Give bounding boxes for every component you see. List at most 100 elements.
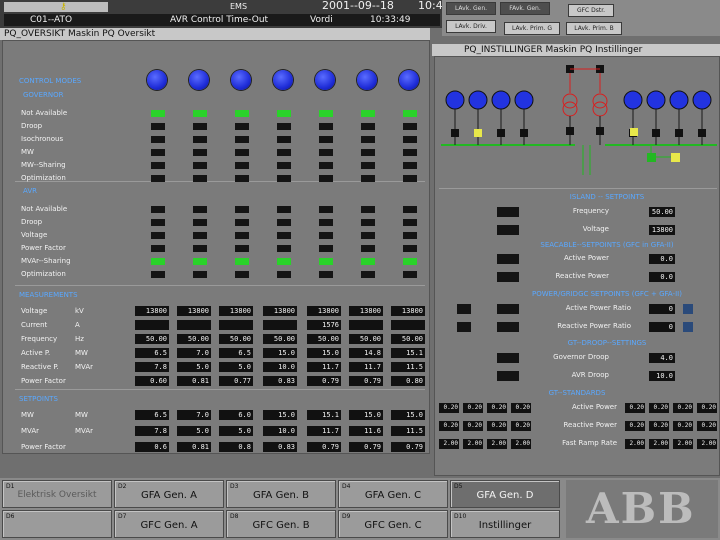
governor-mode-indicator[interactable] bbox=[193, 110, 207, 117]
avr-mode-indicator[interactable] bbox=[235, 206, 249, 213]
governor-mode-indicator[interactable] bbox=[319, 162, 333, 169]
governor-mode-indicator[interactable] bbox=[151, 110, 165, 117]
avr-mode-indicator[interactable] bbox=[193, 258, 207, 265]
avr-mode-indicator[interactable] bbox=[151, 245, 165, 252]
avr-mode-indicator[interactable] bbox=[403, 219, 417, 226]
nav-button[interactable]: D4 GFA Gen. C bbox=[338, 480, 448, 508]
governor-mode-indicator[interactable] bbox=[361, 136, 375, 143]
governor-mode-indicator[interactable] bbox=[235, 110, 249, 117]
setpoint-value[interactable]: 0.6 bbox=[135, 442, 169, 452]
nav-button[interactable]: D2 GFA Gen. A bbox=[114, 480, 224, 508]
governor-mode-indicator[interactable] bbox=[319, 123, 333, 130]
avr-mode-indicator[interactable] bbox=[235, 245, 249, 252]
governor-droop-value[interactable]: 4.0 bbox=[649, 353, 675, 363]
governor-mode-indicator[interactable] bbox=[319, 110, 333, 117]
avr-mode-indicator[interactable] bbox=[403, 271, 417, 278]
alarm-row[interactable]: C01--ATO AVR Control Time-Out Vordi 10:3… bbox=[4, 14, 440, 26]
grid-reactive-ratio-value[interactable]: 0 bbox=[649, 322, 675, 332]
generator-status-icon[interactable] bbox=[189, 70, 209, 90]
standard-value[interactable]: 0.20 bbox=[487, 403, 507, 413]
governor-mode-indicator[interactable] bbox=[361, 175, 375, 182]
governor-mode-indicator[interactable] bbox=[193, 149, 207, 156]
grid-active-ratio-value[interactable]: 0 bbox=[649, 304, 675, 314]
avr-mode-indicator[interactable] bbox=[277, 245, 291, 252]
governor-mode-indicator[interactable] bbox=[193, 123, 207, 130]
avr-mode-indicator[interactable] bbox=[319, 258, 333, 265]
avr-mode-indicator[interactable] bbox=[235, 232, 249, 239]
setpoint-value[interactable]: 0.79 bbox=[307, 442, 341, 452]
governor-mode-indicator[interactable] bbox=[361, 110, 375, 117]
setpoint-value[interactable]: 7.0 bbox=[177, 410, 211, 420]
avr-mode-indicator[interactable] bbox=[151, 258, 165, 265]
setpoint-value[interactable]: 0.83 bbox=[263, 442, 297, 452]
standard-value[interactable]: 2.00 bbox=[463, 439, 483, 449]
governor-mode-indicator[interactable] bbox=[319, 175, 333, 182]
governor-mode-indicator[interactable] bbox=[361, 149, 375, 156]
avr-mode-indicator[interactable] bbox=[361, 219, 375, 226]
avr-mode-indicator[interactable] bbox=[403, 258, 417, 265]
standard-value[interactable]: 0.20 bbox=[463, 421, 483, 431]
governor-mode-indicator[interactable] bbox=[277, 110, 291, 117]
standard-value[interactable]: 2.00 bbox=[439, 439, 459, 449]
governor-mode-indicator[interactable] bbox=[361, 123, 375, 130]
governor-mode-indicator[interactable] bbox=[235, 175, 249, 182]
standard-value[interactable]: 2.00 bbox=[625, 439, 645, 449]
setpoint-value[interactable]: 0.81 bbox=[177, 442, 211, 452]
avr-mode-indicator[interactable] bbox=[403, 245, 417, 252]
setpoint-value[interactable]: 6.5 bbox=[135, 410, 169, 420]
grid-reactive-ratio-toggle[interactable] bbox=[683, 322, 693, 332]
standard-value[interactable]: 2.00 bbox=[487, 439, 507, 449]
overview-window-title[interactable]: PQ_OVERSIKT Maskin PQ Oversikt bbox=[0, 28, 430, 40]
nav-button[interactable]: D9 GFC Gen. C bbox=[338, 510, 448, 538]
avr-mode-indicator[interactable] bbox=[277, 271, 291, 278]
governor-mode-indicator[interactable] bbox=[319, 136, 333, 143]
governor-mode-indicator[interactable] bbox=[151, 175, 165, 182]
setpoint-value[interactable]: 5.0 bbox=[177, 426, 211, 436]
governor-mode-indicator[interactable] bbox=[277, 149, 291, 156]
standard-value[interactable]: 0.20 bbox=[439, 421, 459, 431]
governor-mode-indicator[interactable] bbox=[235, 149, 249, 156]
setpoint-value[interactable]: 7.8 bbox=[135, 426, 169, 436]
nav-button[interactable]: D6 bbox=[2, 510, 112, 538]
avr-mode-indicator[interactable] bbox=[319, 271, 333, 278]
governor-mode-indicator[interactable] bbox=[151, 136, 165, 143]
avr-mode-indicator[interactable] bbox=[277, 232, 291, 239]
generator-status-icon[interactable] bbox=[147, 70, 167, 90]
avr-mode-indicator[interactable] bbox=[193, 232, 207, 239]
setpoint-value[interactable]: 0.79 bbox=[349, 442, 383, 452]
avr-mode-indicator[interactable] bbox=[361, 245, 375, 252]
avr-mode-indicator[interactable] bbox=[361, 271, 375, 278]
standard-value[interactable]: 0.20 bbox=[487, 421, 507, 431]
standard-value[interactable]: 0.20 bbox=[673, 403, 693, 413]
generator-status-icon[interactable] bbox=[399, 70, 419, 90]
governor-mode-indicator[interactable] bbox=[403, 149, 417, 156]
governor-mode-indicator[interactable] bbox=[403, 110, 417, 117]
avr-mode-indicator[interactable] bbox=[193, 245, 207, 252]
standard-value[interactable]: 0.20 bbox=[697, 421, 717, 431]
avr-mode-indicator[interactable] bbox=[235, 219, 249, 226]
standard-value[interactable]: 2.00 bbox=[649, 439, 669, 449]
avr-mode-indicator[interactable] bbox=[319, 245, 333, 252]
governor-mode-indicator[interactable] bbox=[403, 175, 417, 182]
avr-mode-indicator[interactable] bbox=[193, 206, 207, 213]
avr-mode-indicator[interactable] bbox=[403, 206, 417, 213]
setpoint-value[interactable]: 11.5 bbox=[391, 426, 425, 436]
governor-mode-indicator[interactable] bbox=[235, 136, 249, 143]
avr-mode-indicator[interactable] bbox=[235, 258, 249, 265]
setpoint-value[interactable]: 10.0 bbox=[263, 426, 297, 436]
governor-mode-indicator[interactable] bbox=[403, 162, 417, 169]
setpoint-value[interactable]: 5.0 bbox=[219, 426, 253, 436]
governor-mode-indicator[interactable] bbox=[277, 123, 291, 130]
setpoint-value[interactable]: 11.6 bbox=[349, 426, 383, 436]
island-frequency-value[interactable]: 50.00 bbox=[649, 207, 675, 217]
setpoint-value[interactable]: 15.0 bbox=[263, 410, 297, 420]
avr-mode-indicator[interactable] bbox=[361, 206, 375, 213]
avr-droop-value[interactable]: 10.0 bbox=[649, 371, 675, 381]
standard-value[interactable]: 0.20 bbox=[625, 421, 645, 431]
governor-mode-indicator[interactable] bbox=[277, 175, 291, 182]
avr-mode-indicator[interactable] bbox=[277, 206, 291, 213]
avr-mode-indicator[interactable] bbox=[319, 219, 333, 226]
setpoint-value[interactable]: 6.0 bbox=[219, 410, 253, 420]
standard-value[interactable]: 0.20 bbox=[673, 421, 693, 431]
avr-mode-indicator[interactable] bbox=[277, 219, 291, 226]
